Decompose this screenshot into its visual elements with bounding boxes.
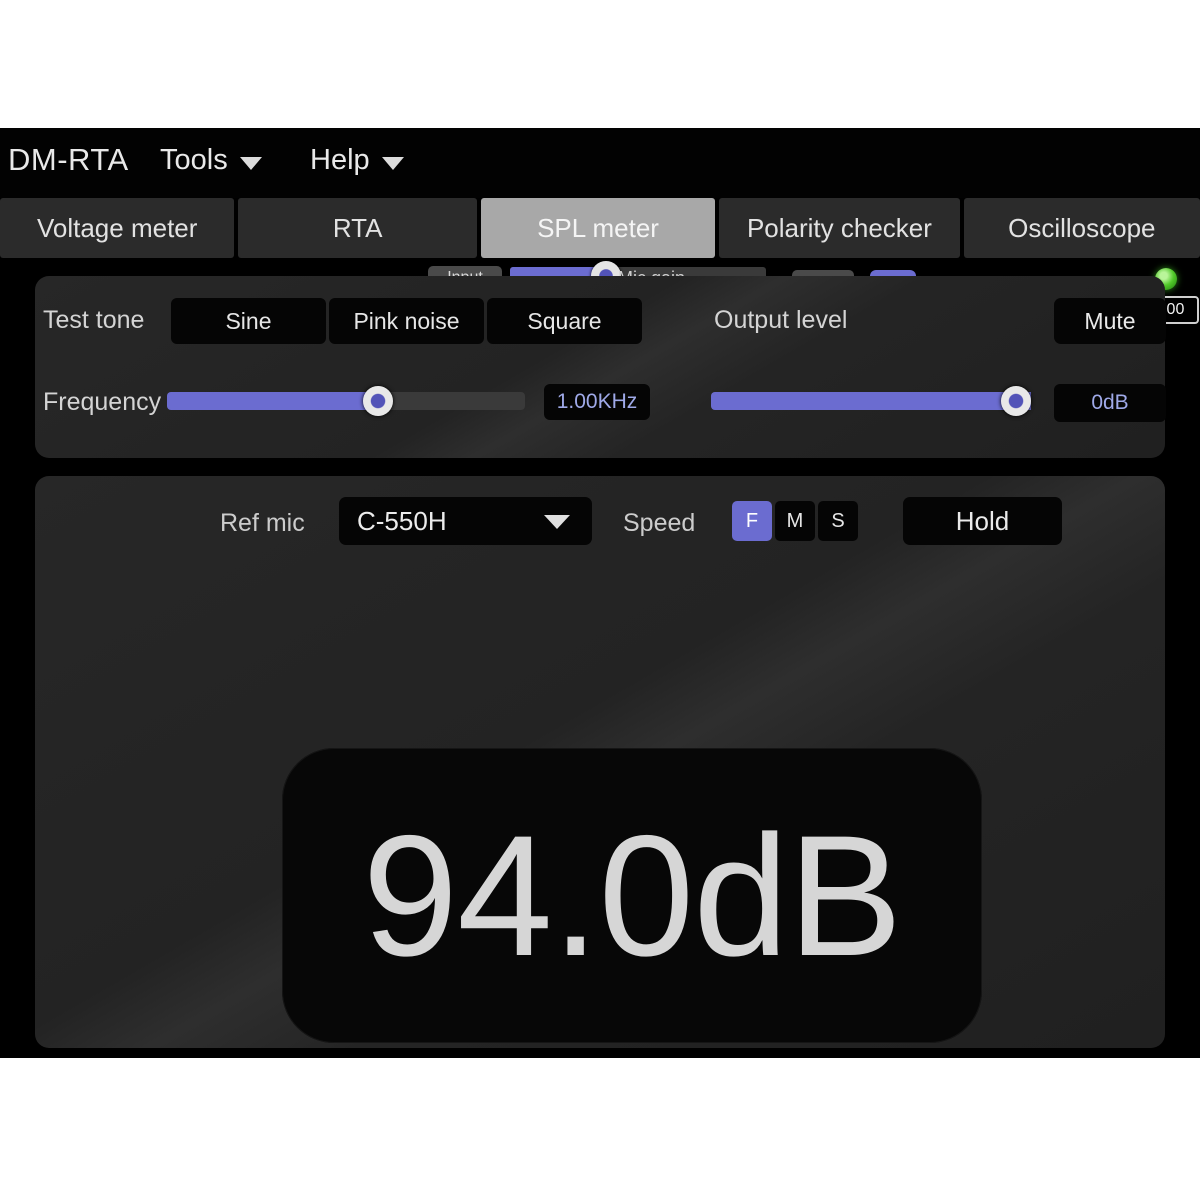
- ref-mic-label: Ref mic: [220, 509, 305, 537]
- frequency-slider[interactable]: [167, 386, 525, 416]
- app-window: DM-RTA Tools Help Input monitor Mic gain…: [0, 128, 1200, 1058]
- frequency-slider-knob[interactable]: [363, 386, 393, 416]
- tab-oscilloscope[interactable]: Oscilloscope: [963, 198, 1200, 258]
- tone-type-group: Sine Pink noise Square: [171, 298, 642, 344]
- menu-bar: DM-RTA Tools Help Input monitor Mic gain…: [0, 128, 1200, 324]
- output-level-slider-fill: [711, 392, 1031, 410]
- speed-group: F M S: [732, 501, 858, 541]
- menu-help[interactable]: Help: [310, 144, 404, 177]
- tab-polarity-checker[interactable]: Polarity checker: [719, 198, 960, 258]
- chevron-down-icon: [544, 515, 570, 529]
- ref-mic-value: C-550H: [357, 505, 447, 536]
- frequency-slider-fill: [167, 392, 379, 410]
- chevron-down-icon: [381, 156, 404, 170]
- tab-voltage-meter[interactable]: Voltage meter: [0, 198, 235, 258]
- spl-reading: 94.0dB: [362, 799, 902, 992]
- frequency-label: Frequency: [43, 388, 162, 416]
- tab-bar: Voltage meter RTA SPL meter Polarity che…: [0, 198, 1200, 258]
- output-level-slider-knob[interactable]: [1001, 386, 1031, 416]
- mute-button[interactable]: Mute: [1054, 298, 1166, 344]
- speed-option-slow[interactable]: S: [818, 501, 858, 541]
- chevron-down-icon: [239, 156, 262, 170]
- frequency-value[interactable]: 1.00KHz: [544, 384, 650, 420]
- output-level-slider[interactable]: [711, 386, 1031, 416]
- ref-mic-select[interactable]: C-550H: [339, 497, 592, 545]
- tone-option-square[interactable]: Square: [487, 298, 642, 344]
- menu-help-label: Help: [310, 144, 370, 176]
- test-tone-label: Test tone: [43, 306, 145, 334]
- output-level-value[interactable]: 0dB: [1054, 384, 1166, 422]
- tab-rta[interactable]: RTA: [238, 198, 477, 258]
- speed-label: Speed: [623, 509, 696, 537]
- spl-readout-display: 94.0dB: [282, 748, 982, 1043]
- tone-option-sine[interactable]: Sine: [171, 298, 326, 344]
- tone-option-pink-noise[interactable]: Pink noise: [329, 298, 484, 344]
- output-level-label: Output level: [714, 306, 848, 334]
- tab-spl-meter[interactable]: SPL meter: [480, 198, 716, 258]
- app-title: DM-RTA: [8, 142, 129, 177]
- test-tone-panel: Test tone Sine Pink noise Square Output …: [35, 276, 1166, 458]
- speed-option-fast[interactable]: F: [732, 501, 772, 541]
- menu-tools-label: Tools: [160, 144, 228, 176]
- hold-button[interactable]: Hold: [903, 497, 1062, 545]
- speed-option-medium[interactable]: M: [775, 501, 815, 541]
- spl-meter-panel: Ref mic C-550H Speed F M S Hold 94.0dB d…: [35, 476, 1165, 1048]
- menu-tools[interactable]: Tools: [160, 144, 262, 177]
